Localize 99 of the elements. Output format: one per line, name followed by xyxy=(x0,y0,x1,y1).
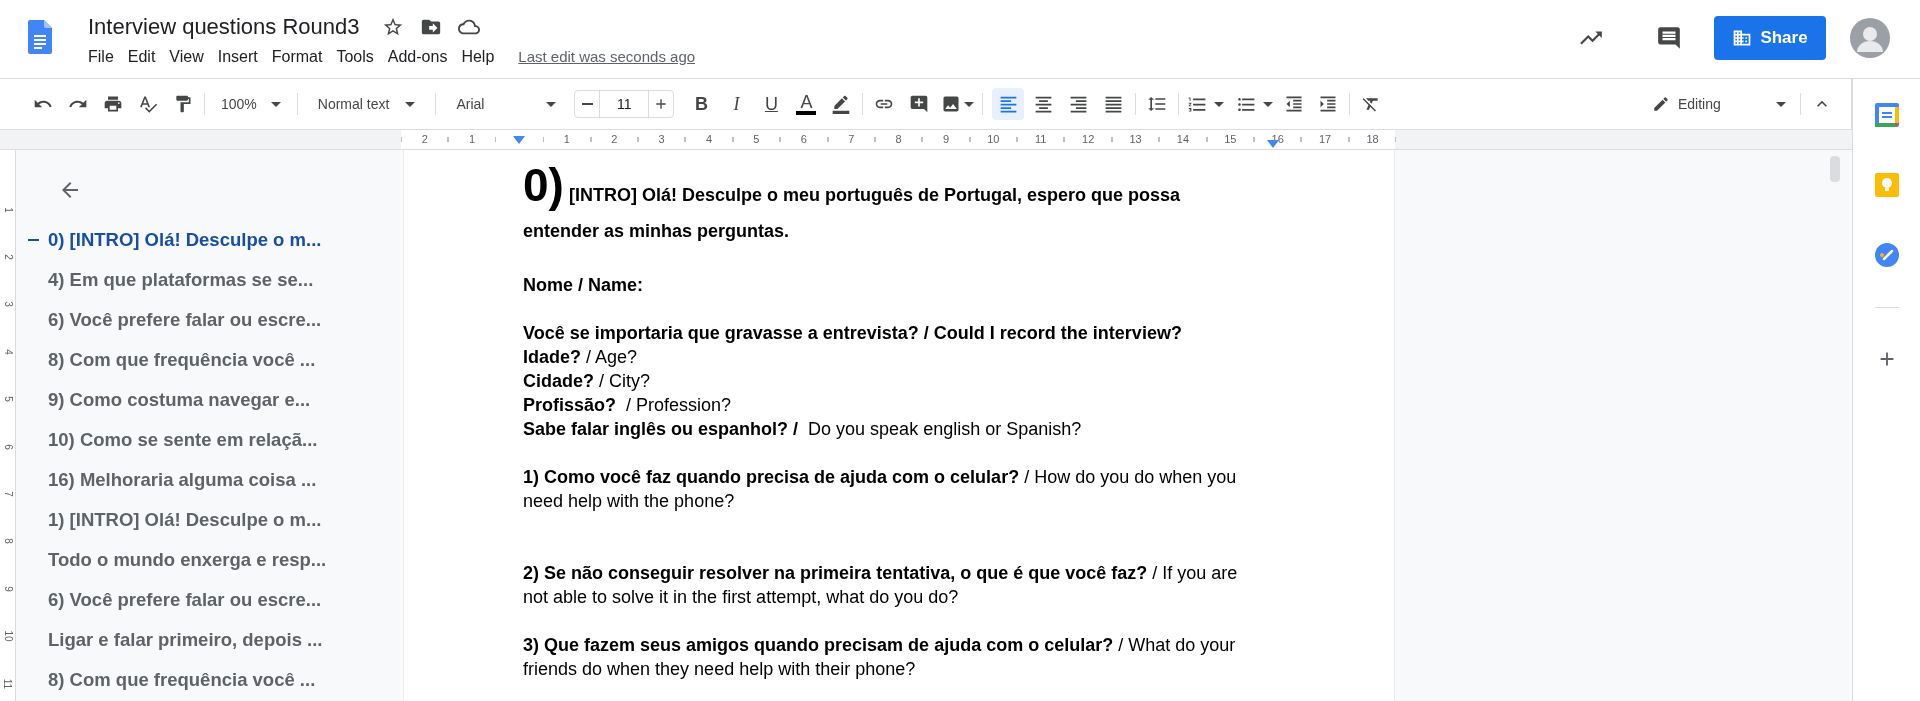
ruler-number: 2 xyxy=(421,134,428,145)
menu-item[interactable]: Edit xyxy=(127,45,156,69)
ruler-number: 1 xyxy=(2,206,13,213)
ruler-number: 10 xyxy=(2,630,13,642)
menu-item[interactable]: Add-ons xyxy=(387,45,448,69)
menu-item[interactable]: Format xyxy=(271,45,323,69)
ruler-number: 1 xyxy=(563,134,570,145)
docs-logo-icon[interactable] xyxy=(28,20,52,54)
outline-item[interactable]: 16) Melhoraria alguma coisa ... xyxy=(48,466,317,494)
document-paragraph: Cidade? / City? xyxy=(523,370,652,393)
ruler-number: 3 xyxy=(2,301,13,308)
caret-icon xyxy=(1214,101,1225,107)
ruler-number: 4 xyxy=(705,134,713,145)
ruler-number: 17 xyxy=(1319,134,1332,145)
marker-icon xyxy=(831,94,852,114)
document-paragraph: 1) Como você faz quando precisa de ajuda com o celular? / How do you do when you need help with the phone? xyxy=(523,466,1238,513)
document-paragraph: Idade? / Age? xyxy=(523,346,639,369)
outline-item[interactable]: 8) Com que frequência você ... xyxy=(48,346,316,374)
bold-button[interactable]: B xyxy=(686,89,717,119)
caret-icon xyxy=(1263,101,1274,107)
ruler-number: 11 xyxy=(2,678,13,689)
outline-item[interactable]: 9) Como costuma navegar e... xyxy=(48,386,311,414)
caret-icon xyxy=(405,101,416,107)
indent-marker-icon[interactable] xyxy=(513,135,526,144)
image-icon xyxy=(941,94,962,114)
document-paragraph: 3) Que fazem seus amigos quando precisam de ajuda com o celular? / What do your friends do when they need help with their phone? xyxy=(523,634,1237,681)
comment-icon[interactable] xyxy=(1656,25,1682,51)
menu-item[interactable]: File xyxy=(88,45,114,69)
tasks-icon[interactable] xyxy=(1874,243,1899,267)
outdent-icon xyxy=(1284,94,1305,114)
ruler-number: 3 xyxy=(658,134,665,145)
document-paragraph: Você se importaria que gravasse a entrevista? / Could I record the interview? xyxy=(523,322,1183,345)
font-dropdown[interactable]: Arial xyxy=(442,89,571,119)
last-edit-link[interactable]: Last edit was seconds ago xyxy=(518,45,696,69)
spellcheck-icon xyxy=(138,94,158,114)
ruler-number: 1 xyxy=(469,134,476,145)
ruler-number: 8 xyxy=(2,538,13,545)
text-color-button[interactable]: A xyxy=(791,89,822,119)
indent-icon xyxy=(1318,94,1339,114)
paint-roller-icon xyxy=(173,94,193,114)
ruler-number: 2 xyxy=(611,134,618,145)
ruler-number: 7 xyxy=(2,491,13,497)
outline-item[interactable]: 8) Com que frequência você ... xyxy=(48,666,316,694)
caret-icon xyxy=(546,101,557,107)
menu-item[interactable]: View xyxy=(169,45,204,69)
document-paragraph: Nome / Name: xyxy=(523,274,645,297)
ruler-number: 6 xyxy=(2,443,13,450)
outline-item[interactable]: 4) Em que plataformas se se... xyxy=(48,266,314,294)
share-button[interactable]: Share xyxy=(1714,16,1826,60)
pencil-icon xyxy=(1652,95,1670,113)
ruler-number: 15 xyxy=(1224,134,1237,145)
ruler-number: 9 xyxy=(942,134,950,145)
style-dropdown[interactable]: Normal text xyxy=(303,89,430,119)
document-paragraph: 2) Se não conseguir resolver na primeira tentativa, o que é que você faz? / If you are not able to solve it in the first attempt, what do you do? xyxy=(523,562,1239,609)
star-icon[interactable] xyxy=(381,16,404,38)
underline-button[interactable]: U xyxy=(756,89,787,119)
ruler-number: 2 xyxy=(2,254,13,260)
ruler-number: 18 xyxy=(1366,134,1379,145)
outline-item[interactable]: Ligar e falar primeiro, depois ... xyxy=(48,626,323,654)
ruler-number: 12 xyxy=(1082,134,1095,145)
document-paragraph: Sabe falar inglês ou espanhol? / Do you speak english or Spanish? xyxy=(523,418,1083,441)
outline-item[interactable]: 6) Você prefere falar ou escre... xyxy=(48,306,322,334)
ruler-number: 9 xyxy=(2,586,13,592)
caret-icon xyxy=(964,101,975,107)
document-title[interactable]: Interview questions Round3 xyxy=(88,13,360,41)
document-heading: 0)[INTRO] Olá! Desculpe o meu português de Portugal, espero que possa entender as minhas perguntas. xyxy=(523,162,1182,243)
outline-item[interactable]: 1) [INTRO] Olá! Desculpe o m... xyxy=(48,506,322,534)
printer-icon xyxy=(103,94,123,114)
ruler-number: 5 xyxy=(2,396,13,403)
ruler-number: 14 xyxy=(1176,134,1190,145)
caret-icon xyxy=(1776,101,1786,107)
ruler-number: 7 xyxy=(848,134,855,145)
calendar-icon[interactable] xyxy=(1874,103,1899,127)
zoom-dropdown[interactable]: 100% xyxy=(211,89,291,119)
avatar-icon[interactable] xyxy=(1850,18,1890,58)
ruler-number: 5 xyxy=(753,134,760,145)
ruler-number: 4 xyxy=(2,349,13,355)
add-comment-icon xyxy=(909,94,930,114)
scrollbar-thumb[interactable] xyxy=(1830,156,1840,182)
italic-button[interactable]: I xyxy=(721,89,752,119)
ruler-number: 13 xyxy=(1129,134,1142,145)
editing-mode-dropdown[interactable]: Editing xyxy=(1644,89,1794,119)
outline-item[interactable]: 0) [INTRO] Olá! Desculpe o m... xyxy=(48,226,322,254)
building-icon xyxy=(1732,28,1753,48)
menu-item[interactable]: Help xyxy=(461,45,495,69)
align-button[interactable] xyxy=(992,88,1025,120)
document-paragraph: Profissão? / Profession? xyxy=(523,394,733,417)
ruler-number: 6 xyxy=(800,134,807,145)
ruler-number: 11 xyxy=(1035,134,1047,145)
ruler-number: 8 xyxy=(895,134,902,145)
outline-item[interactable]: Todo o mundo enxerga e resp... xyxy=(48,546,327,574)
ruler-number: 10 xyxy=(987,134,1000,145)
outline-item[interactable]: 10) Como se sente em relaçã... xyxy=(48,426,318,454)
minus-icon xyxy=(581,103,593,105)
menu-item[interactable]: Insert xyxy=(217,45,258,69)
menu-item[interactable]: Tools xyxy=(336,45,374,69)
caret-icon xyxy=(270,101,281,107)
outline-item[interactable]: 6) Você prefere falar ou escre... xyxy=(48,586,322,614)
line-spacing-icon xyxy=(1147,94,1168,114)
